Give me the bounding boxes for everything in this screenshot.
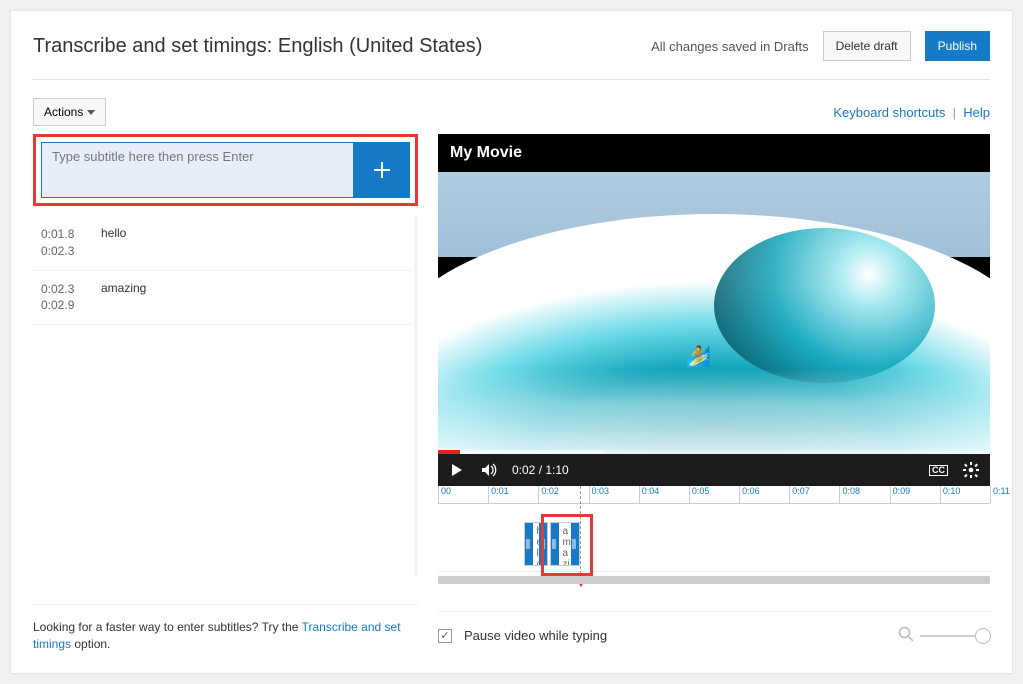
subtitle-input-group bbox=[33, 134, 418, 206]
ruler-tick: 0:10 bbox=[940, 486, 961, 503]
separator: | bbox=[953, 105, 956, 120]
timeline-ruler[interactable]: 00 0:01 0:02 0:03 0:04 0:05 0:06 0:07 0:08 0:09 0:… bbox=[438, 486, 990, 504]
add-subtitle-button[interactable] bbox=[354, 142, 410, 198]
subtitle-times: 0:02.3 0:02.9 bbox=[41, 281, 101, 315]
subtitle-text: amazing bbox=[101, 281, 404, 315]
timeline-clip[interactable]: helo bbox=[524, 522, 549, 566]
header-row: Transcribe and set timings: English (Uni… bbox=[33, 31, 990, 80]
tip-post: option. bbox=[71, 637, 110, 651]
surfer-icon: 🏄 bbox=[686, 344, 711, 369]
toolbar-row: Actions Keyboard shortcuts | Help bbox=[33, 98, 990, 126]
video-player: My Movie 🏄 bbox=[438, 134, 990, 486]
caret-down-icon bbox=[87, 110, 95, 115]
clip-handle-left[interactable] bbox=[525, 523, 533, 565]
video-controls: 0:02 / 1:10 CC bbox=[438, 454, 990, 486]
plus-icon bbox=[373, 161, 391, 179]
help-link[interactable]: Help bbox=[963, 105, 990, 120]
footer-right: ✓ Pause video while typing bbox=[438, 611, 990, 645]
timeline: 00 0:01 0:02 0:03 0:04 0:05 0:06 0:07 0:08 0:09 0:… bbox=[438, 486, 990, 584]
footer-row: Looking for a faster way to enter subtit… bbox=[33, 604, 990, 653]
delete-draft-button[interactable]: Delete draft bbox=[823, 31, 911, 61]
video-time-current: 0:02 bbox=[512, 463, 535, 477]
timeline-clip[interactable]: amazi bbox=[550, 522, 580, 566]
ruler-tick: 0:04 bbox=[639, 486, 660, 503]
ruler-tick: 00 bbox=[438, 486, 451, 503]
video-bg-curl bbox=[714, 228, 935, 383]
publish-button[interactable]: Publish bbox=[925, 31, 990, 61]
ruler-tick: 0:08 bbox=[839, 486, 860, 503]
clip-handle-right[interactable] bbox=[571, 523, 579, 565]
subtitle-end: 0:02.9 bbox=[41, 297, 101, 314]
zoom-icon[interactable] bbox=[898, 626, 914, 645]
video-played bbox=[438, 450, 460, 454]
keyboard-shortcuts-link[interactable]: Keyboard shortcuts bbox=[833, 105, 945, 120]
zoom-slider[interactable] bbox=[920, 635, 990, 637]
actions-dropdown-button[interactable]: Actions bbox=[33, 98, 106, 126]
video-buffered bbox=[438, 450, 604, 454]
page: Transcribe and set timings: English (Uni… bbox=[10, 10, 1013, 674]
ruler-tick: 0:09 bbox=[890, 486, 911, 503]
play-icon[interactable] bbox=[448, 461, 466, 479]
tip-pre: Looking for a faster way to enter subtit… bbox=[33, 620, 302, 634]
zoom-control bbox=[898, 626, 990, 645]
gear-icon[interactable] bbox=[962, 461, 980, 479]
cc-button[interactable]: CC bbox=[929, 465, 948, 476]
subtitle-text: hello bbox=[101, 226, 404, 260]
playhead[interactable] bbox=[580, 486, 581, 579]
video-time-sep: / bbox=[535, 463, 545, 477]
subtitle-start: 0:02.3 bbox=[41, 281, 101, 298]
page-title: Transcribe and set timings: English (Uni… bbox=[33, 35, 482, 58]
left-column: 0:01.8 0:02.3 hello 0:02.3 0:02.9 amazin… bbox=[33, 134, 418, 584]
help-links: Keyboard shortcuts | Help bbox=[833, 105, 990, 120]
ruler-tick: 0:03 bbox=[589, 486, 610, 503]
timeline-scrollbar[interactable] bbox=[438, 576, 990, 584]
timeline-track[interactable]: heloamazi bbox=[438, 504, 990, 572]
actions-label: Actions bbox=[44, 105, 83, 119]
subtitle-input[interactable] bbox=[41, 142, 354, 198]
timeline-scroll-thumb[interactable] bbox=[438, 576, 990, 584]
tip-text: Looking for a faster way to enter subtit… bbox=[33, 604, 418, 653]
video-progress-bar[interactable] bbox=[438, 450, 990, 454]
ruler-tick: 0:02 bbox=[538, 486, 559, 503]
pause-checkbox[interactable]: ✓ bbox=[438, 629, 452, 643]
subtitle-row[interactable]: 0:01.8 0:02.3 hello bbox=[33, 216, 412, 271]
video-time: 0:02 / 1:10 bbox=[512, 463, 569, 477]
subtitle-end: 0:02.3 bbox=[41, 243, 101, 260]
zoom-slider-thumb[interactable] bbox=[975, 628, 991, 644]
subtitle-times: 0:01.8 0:02.3 bbox=[41, 226, 101, 260]
subtitle-row[interactable]: 0:02.3 0:02.9 amazing bbox=[33, 271, 412, 326]
clip-handle-right[interactable] bbox=[539, 523, 547, 565]
ruler-tick: 0:07 bbox=[789, 486, 810, 503]
ruler-tick: 0:05 bbox=[689, 486, 710, 503]
video-bg-foam bbox=[438, 369, 990, 454]
volume-icon[interactable] bbox=[480, 461, 498, 479]
video-time-duration: 1:10 bbox=[545, 463, 568, 477]
pause-label: Pause video while typing bbox=[464, 628, 607, 643]
ruler-tick: 0:06 bbox=[739, 486, 760, 503]
clip-handle-left[interactable] bbox=[551, 523, 559, 565]
subtitle-list[interactable]: 0:01.8 0:02.3 hello 0:02.3 0:02.9 amazin… bbox=[33, 216, 418, 576]
video-title: My Movie bbox=[438, 134, 990, 172]
header-right: All changes saved in Drafts Delete draft… bbox=[651, 31, 990, 61]
columns: 0:01.8 0:02.3 hello 0:02.3 0:02.9 amazin… bbox=[33, 134, 990, 584]
ruler-tick: 0:11 bbox=[990, 486, 1010, 503]
video-frame[interactable]: 🏄 bbox=[438, 172, 990, 454]
save-status: All changes saved in Drafts bbox=[651, 39, 809, 54]
subtitle-start: 0:01.8 bbox=[41, 226, 101, 243]
ruler-tick: 0:01 bbox=[488, 486, 509, 503]
right-column: My Movie 🏄 bbox=[438, 134, 990, 584]
